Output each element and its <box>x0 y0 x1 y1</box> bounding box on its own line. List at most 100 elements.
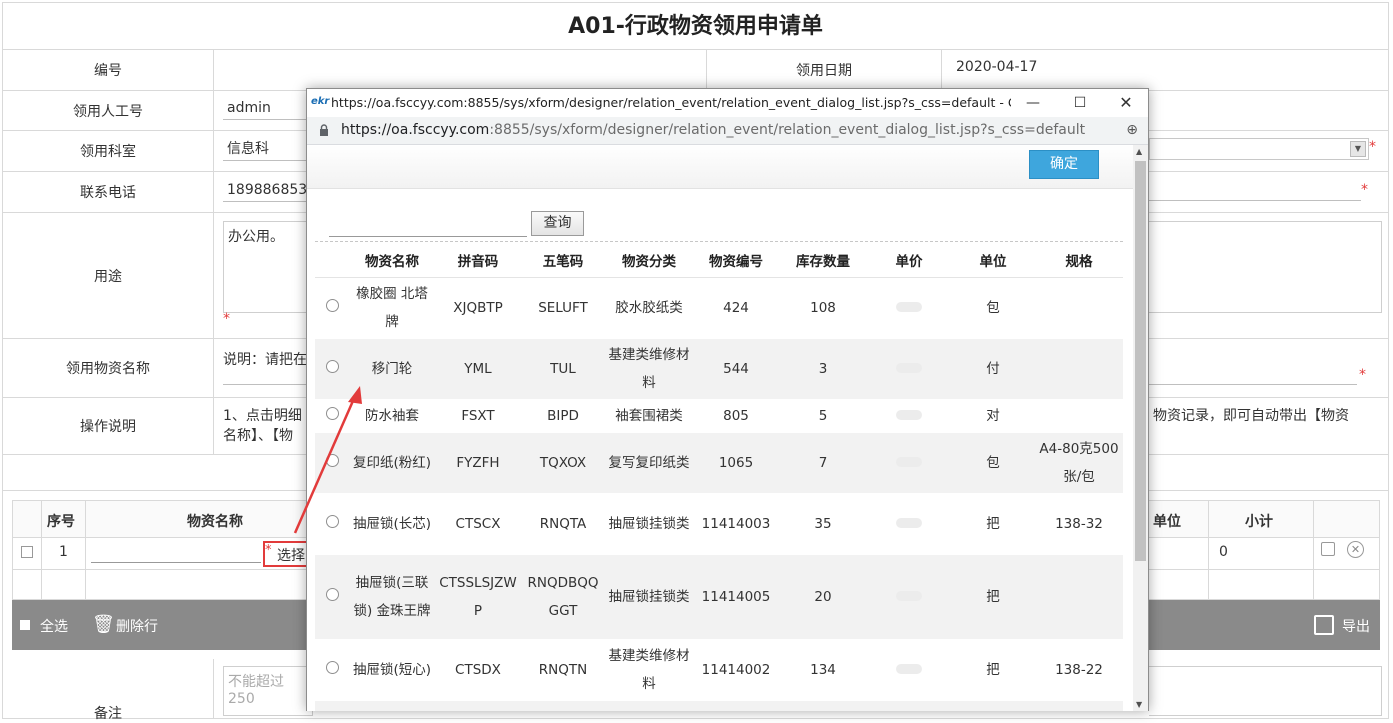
redacted-price <box>896 518 922 528</box>
table-row[interactable]: 抽屉锁(短心) CTSDX RNQTN 基建类维修材料 11414002 134 把 138-… <box>315 639 1123 701</box>
cell-code: 424 <box>723 300 749 317</box>
row-radio-cell[interactable] <box>315 399 349 433</box>
divider <box>315 241 1123 242</box>
row-radio-cell[interactable] <box>315 339 349 399</box>
cell-material-name: 复印纸(粉红) <box>349 433 435 493</box>
radio-button[interactable] <box>325 454 339 467</box>
scroll-down-icon[interactable]: ▼ <box>1136 700 1142 709</box>
search-button[interactable]: 查询 <box>531 211 584 236</box>
purpose-textarea[interactable]: 办公用。 <box>223 221 313 313</box>
zoom-icon[interactable]: ⊕ <box>1126 122 1138 138</box>
remark-textarea[interactable]: 不能超过250 <box>223 666 313 716</box>
cell-code: 11414002 <box>701 662 771 678</box>
cell-pinyin: CTSDX <box>455 662 501 678</box>
row-name-input[interactable] <box>91 562 261 563</box>
cell-price <box>867 701 951 711</box>
cell-stock: 5 <box>818 408 828 424</box>
copy-icon[interactable] <box>1321 542 1335 556</box>
cell-wubi <box>521 701 605 711</box>
cell-code: 11414005 <box>693 555 779 639</box>
close-icon[interactable]: ✕ <box>1347 541 1364 558</box>
table-row[interactable]: 橡胶圈 北塔牌 XJQBTP SELUFT 胶水胶纸类 424 108 包 <box>315 277 1123 339</box>
table-row[interactable]: 抽屉锁(长芯) CTSCX RNQTA 抽屉锁挂锁类 11414003 35 把 138-32 <box>315 493 1123 555</box>
cell-stock: 134 <box>810 662 836 678</box>
col-stock: 库存数量 <box>779 243 867 278</box>
search-input[interactable] <box>329 213 527 237</box>
row-radio-cell[interactable] <box>315 701 349 711</box>
trash-icon[interactable]: 🗑 <box>92 614 115 635</box>
purpose-textarea-right[interactable] <box>1149 221 1382 313</box>
required-mark: * <box>1369 139 1376 155</box>
date-value[interactable]: 2020-04-17 <box>956 59 1037 75</box>
table-row[interactable]: 抽屉锁(三联锁) 金珠王牌 CTSSLSJZWP RNQDBQQGGT 抽屉锁挂锁类 1… <box>315 555 1123 639</box>
cell-unit: 把 <box>986 516 1000 532</box>
export-icon[interactable] <box>1314 615 1334 635</box>
cell-material-name: 防水袖套 <box>365 408 419 424</box>
delete-row-button[interactable]: 删除行 <box>116 616 158 636</box>
scroll-up-icon[interactable]: ▲ <box>1136 147 1142 156</box>
scroll-thumb[interactable] <box>1135 161 1146 561</box>
dialog-scrollbar[interactable]: ▲ ▼ <box>1133 145 1148 711</box>
col-wubi: 五笔码 <box>521 243 605 278</box>
phone-label: 联系电话 <box>3 172 214 212</box>
dept-select[interactable]: ▼ <box>1149 138 1369 160</box>
form-title: A01-行政物资领用申请单 <box>2 2 1389 50</box>
select-all-checkbox[interactable] <box>20 620 30 630</box>
cell-unit: 付 <box>951 339 1035 399</box>
cell-code <box>693 701 779 711</box>
cell-price <box>867 433 951 493</box>
cell-spec <box>1035 339 1123 399</box>
remark-textarea-right[interactable] <box>1149 666 1382 716</box>
phone-input[interactable]: 189886853 <box>223 178 313 202</box>
row-radio-cell[interactable] <box>315 433 349 493</box>
cell-price <box>867 277 951 339</box>
cell-material-name: 指甲钳 金 <box>349 701 435 711</box>
confirm-button[interactable]: 确定 <box>1029 150 1099 179</box>
row-subtotal: 0 <box>1219 544 1228 560</box>
radio-button[interactable] <box>325 407 339 420</box>
maximize-icon[interactable]: ☐ <box>1057 91 1103 115</box>
ops-text-line2: 名称】、【物 <box>223 428 293 444</box>
radio-button[interactable] <box>325 360 339 373</box>
cell-category: 抽屉锁挂锁类 <box>605 555 693 639</box>
address-url[interactable]: https://oa.fsccyy.com:8855/sys/xform/des… <box>341 122 1085 138</box>
col-index: 序号 <box>47 514 75 530</box>
radio-button[interactable] <box>325 661 339 674</box>
dialog-body: 确定 查询 物资名称 拼音码 五笔码 物资分类 物资编号 库存数量 单价 单位 … <box>307 145 1133 711</box>
cell-stock <box>779 701 867 711</box>
row-radio-cell[interactable] <box>315 277 349 339</box>
row-radio-cell[interactable] <box>315 639 349 701</box>
row-checkbox[interactable] <box>21 546 33 558</box>
row-radio-cell[interactable] <box>315 493 349 555</box>
dept-input[interactable]: 信息科 <box>223 137 313 161</box>
address-bar[interactable]: https://oa.fsccyy.com:8855/sys/xform/des… <box>307 117 1148 145</box>
minimize-icon[interactable]: — <box>1010 91 1056 115</box>
cell-code: 805 <box>723 408 749 424</box>
col-unit: 单位 <box>1153 514 1181 530</box>
col-subtotal: 小计 <box>1245 514 1273 530</box>
goods-value[interactable]: 说明：请把在 <box>223 349 313 385</box>
radio-button[interactable] <box>325 299 339 313</box>
cell-spec <box>1035 555 1123 639</box>
cell-category: 复写复印纸类 <box>605 433 693 493</box>
col-unit: 单位 <box>951 243 1035 278</box>
chevron-down-icon: ▼ <box>1350 141 1366 157</box>
select-all-button[interactable]: 全选 <box>40 616 68 636</box>
application-form: A01-行政物资领用申请单 <box>2 2 1389 50</box>
cell-code: 544 <box>693 339 779 399</box>
app-logo: ekr <box>311 96 330 107</box>
row-radio-cell[interactable] <box>315 555 349 639</box>
cell-spec <box>1035 399 1123 433</box>
export-button[interactable]: 导出 <box>1342 616 1370 636</box>
radio-button[interactable] <box>325 588 339 601</box>
staff-input[interactable]: admin <box>223 96 313 120</box>
table-row[interactable]: 移门轮 YML TUL 基建类维修材料 544 3 付 <box>315 339 1123 399</box>
cell-category: 基建类维修材料 <box>605 339 693 399</box>
col-pinyin: 拼音码 <box>435 243 521 278</box>
close-window-icon[interactable]: ✕ <box>1103 91 1149 115</box>
table-row[interactable]: 防水袖套 FSXT BIPD 袖套围裙类 805 5 对 <box>315 399 1123 433</box>
table-row[interactable]: 复印纸(粉红) FYZFH TQXOX 复写复印纸类 1065 7 包 A4-80克500张/… <box>315 433 1123 493</box>
radio-button[interactable] <box>325 515 339 528</box>
table-row[interactable]: 指甲钳 金 指甲钳剪刀 <box>315 701 1123 711</box>
cell-spec: 138-22 <box>1055 662 1103 678</box>
